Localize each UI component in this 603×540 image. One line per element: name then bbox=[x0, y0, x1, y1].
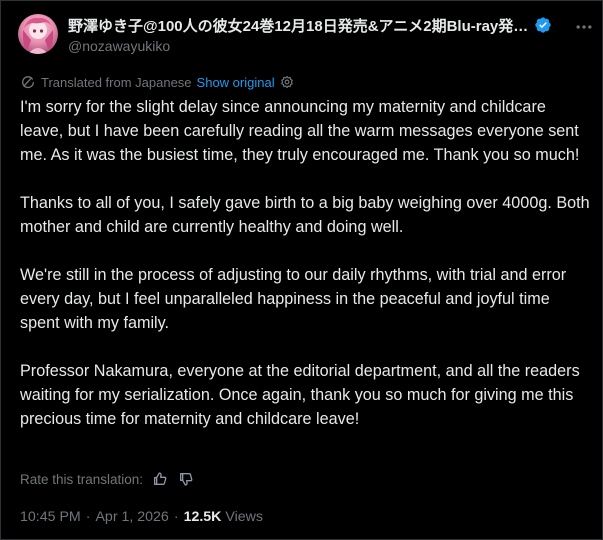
author-block: 野澤ゆき子@100人の彼女24巻12月18日発売&アニメ2期Blu-ray発… … bbox=[68, 15, 568, 54]
thumbs-up-icon[interactable] bbox=[152, 471, 168, 487]
rate-translation-label: Rate this translation: bbox=[20, 471, 144, 487]
views-label: Views bbox=[225, 509, 264, 525]
tweet-paragraph: I'm sorry for the slight delay since ann… bbox=[20, 98, 580, 164]
views-count: 12.5K bbox=[183, 509, 222, 525]
tweet-meta: 10:45 PM · Apr 1, 2026 · 12.5K Views bbox=[20, 508, 263, 526]
tweet-body: I'm sorry for the slight delay since ann… bbox=[20, 95, 590, 431]
name-row: 野澤ゆき子@100人の彼女24巻12月18日発売&アニメ2期Blu-ray発… bbox=[68, 15, 568, 35]
display-name[interactable]: 野澤ゆき子@100人の彼女24巻12月18日発売&アニメ2期Blu-ray発… bbox=[68, 15, 528, 36]
tweet-card: 野澤ゆき子@100人の彼女24巻12月18日発売&アニメ2期Blu-ray発… … bbox=[0, 0, 603, 540]
translation-source-label: Translated from Japanese bbox=[41, 74, 192, 90]
avatar[interactable] bbox=[18, 14, 58, 54]
gear-icon[interactable] bbox=[280, 75, 294, 89]
meta-separator: · bbox=[173, 509, 179, 525]
show-original-link[interactable]: Show original bbox=[197, 75, 275, 90]
rate-translation: Rate this translation: bbox=[20, 470, 194, 488]
post-time[interactable]: 10:45 PM bbox=[20, 509, 81, 525]
tweet-paragraph: Thanks to all of you, I safely gave birt… bbox=[20, 194, 590, 236]
tweet-header: 野澤ゆき子@100人の彼女24巻12月18日発売&アニメ2期Blu-ray発… … bbox=[18, 11, 594, 59]
thumbs-down-icon[interactable] bbox=[178, 471, 194, 487]
tweet-paragraph: We're still in the process of adjusting … bbox=[20, 266, 567, 332]
meta-separator: · bbox=[85, 509, 91, 525]
translate-icon bbox=[22, 76, 34, 89]
post-date[interactable]: Apr 1, 2026 bbox=[95, 509, 168, 525]
author-handle[interactable]: @nozawayukiko bbox=[68, 38, 568, 54]
translation-notice: Translated from Japanese Show original bbox=[20, 74, 294, 90]
tweet-paragraph: Professor Nakamura, everyone at the edit… bbox=[20, 362, 580, 428]
more-options-icon[interactable] bbox=[574, 17, 594, 37]
verified-badge-icon bbox=[535, 17, 551, 33]
